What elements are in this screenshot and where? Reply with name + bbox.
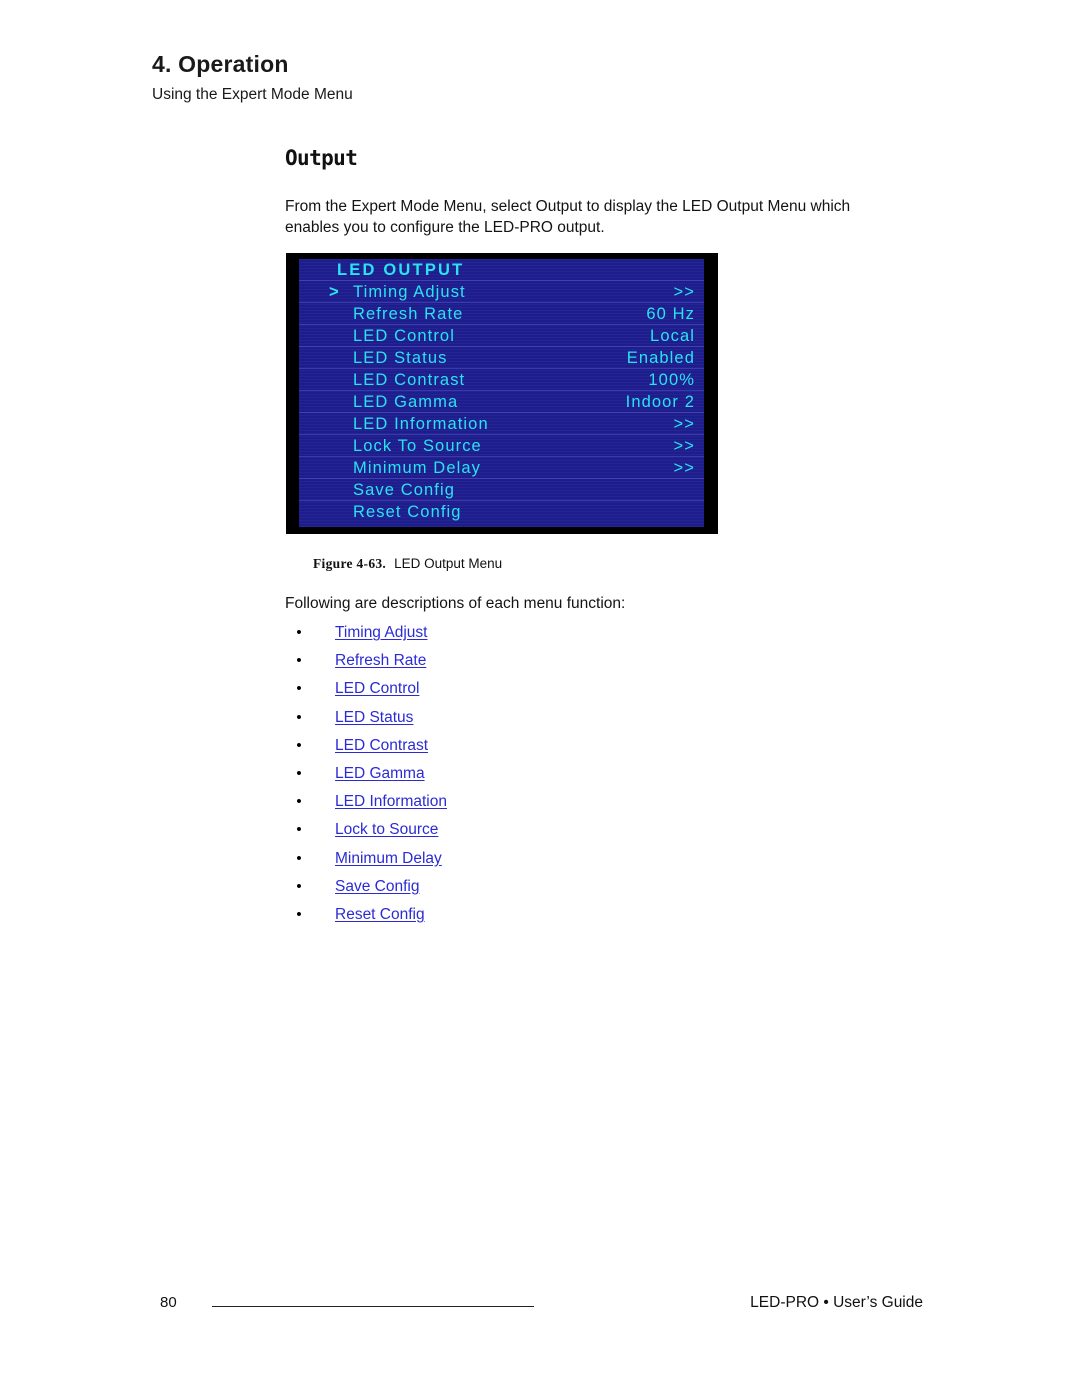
- bullet-icon: •: [296, 736, 302, 754]
- list-item: • LED Contrast: [285, 737, 785, 765]
- list-item: • Reset Config: [285, 906, 785, 934]
- bullet-icon: •: [296, 877, 302, 895]
- menu-function-link[interactable]: Save Config: [335, 878, 419, 896]
- menu-function-link[interactable]: Timing Adjust: [335, 624, 427, 642]
- led-menu-row-value: Enabled: [626, 349, 695, 367]
- led-screen-bezel: LED OUTPUT > Timing Adjust >> Refresh Rate 60…: [286, 253, 718, 534]
- bullet-icon: •: [296, 905, 302, 923]
- led-menu-row-label: LED Control: [353, 327, 455, 345]
- led-menu-row-label: Refresh Rate: [353, 305, 464, 323]
- section-block: Output From the Expert Mode Menu, select…: [285, 148, 945, 239]
- led-menu-panel: LED OUTPUT > Timing Adjust >> Refresh Rate 60…: [299, 259, 704, 527]
- led-menu-row-label: Minimum Delay: [353, 459, 481, 477]
- led-menu-row-value: Local: [650, 327, 695, 345]
- bullet-icon: •: [296, 821, 302, 839]
- menu-function-link[interactable]: LED Control: [335, 680, 419, 698]
- led-menu-row[interactable]: Refresh Rate 60 Hz: [299, 303, 704, 325]
- page-header: 4. Operation Using the Expert Mode Menu: [152, 51, 952, 105]
- led-menu-row-value: >>: [673, 283, 695, 301]
- led-menu-row-label: Save Config: [353, 481, 455, 499]
- led-menu-row-value: 100%: [648, 371, 695, 389]
- led-menu-row-label: LED Contrast: [353, 371, 466, 389]
- menu-function-link-list: • Timing Adjust • Refresh Rate • LED Control •…: [285, 624, 785, 934]
- menu-function-link[interactable]: LED Information: [335, 793, 447, 811]
- led-menu-row[interactable]: > Timing Adjust >>: [299, 281, 704, 303]
- menu-function-link[interactable]: LED Contrast: [335, 737, 428, 755]
- menu-function-link[interactable]: LED Status: [335, 709, 413, 727]
- figure-caption-text: LED Output Menu: [394, 556, 503, 571]
- menu-cursor-icon: >: [329, 283, 340, 301]
- list-item: • Save Config: [285, 878, 785, 906]
- footer-page-number: 80: [160, 1294, 177, 1311]
- page-footer: 80 LED-PRO • User’s Guide: [0, 1294, 1080, 1324]
- figure-caption: Figure 4-63. LED Output Menu: [313, 556, 502, 572]
- led-menu-row-value: >>: [673, 415, 695, 433]
- led-menu-row-value: Indoor 2: [625, 393, 695, 411]
- list-item: • Refresh Rate: [285, 652, 785, 680]
- menu-function-link[interactable]: Minimum Delay: [335, 850, 442, 868]
- menu-function-link[interactable]: Reset Config: [335, 906, 425, 924]
- bullet-icon: •: [296, 708, 302, 726]
- led-menu-row[interactable]: LED Information >>: [299, 413, 704, 435]
- menu-function-link[interactable]: Refresh Rate: [335, 652, 426, 670]
- led-menu-row-value: >>: [673, 437, 695, 455]
- bullet-icon: •: [296, 849, 302, 867]
- chapter-title: 4. Operation: [152, 51, 289, 77]
- bullet-icon: •: [296, 624, 302, 641]
- list-item: • Timing Adjust: [285, 624, 785, 652]
- led-menu-row-label: Timing Adjust: [353, 283, 466, 301]
- led-menu-row-label: LED Gamma: [353, 393, 459, 411]
- list-item: • Minimum Delay: [285, 850, 785, 878]
- led-menu-row[interactable]: Lock To Source >>: [299, 435, 704, 457]
- footer-divider: [212, 1306, 534, 1307]
- led-menu-row[interactable]: LED Contrast 100%: [299, 369, 704, 391]
- bullet-icon: •: [296, 793, 302, 811]
- list-item: • LED Status: [285, 709, 785, 737]
- led-menu-row-value: 60 Hz: [646, 305, 695, 323]
- led-menu-row-label: LED Status: [353, 349, 448, 367]
- figure-number: Figure 4-63.: [313, 556, 387, 571]
- list-item: • LED Gamma: [285, 765, 785, 793]
- led-menu-row[interactable]: LED Control Local: [299, 325, 704, 347]
- section-title: Output: [285, 146, 358, 170]
- led-menu-title: LED OUTPUT: [337, 261, 465, 279]
- footer-guide-label: LED-PRO • User’s Guide: [750, 1294, 923, 1311]
- menu-function-link[interactable]: LED Gamma: [335, 765, 425, 783]
- led-menu-row-label: LED Information: [353, 415, 489, 433]
- list-item: • LED Control: [285, 680, 785, 708]
- led-menu-row-label: Reset Config: [353, 503, 462, 521]
- led-menu-row[interactable]: Save Config: [299, 479, 704, 501]
- led-menu-row-value: >>: [673, 459, 695, 477]
- led-output-menu-figure: LED OUTPUT > Timing Adjust >> Refresh Rate 60…: [286, 253, 718, 534]
- led-menu-row[interactable]: Minimum Delay >>: [299, 457, 704, 479]
- led-menu-title-row: LED OUTPUT: [299, 259, 704, 281]
- menu-function-link[interactable]: Lock to Source: [335, 821, 438, 839]
- chapter-subtitle: Using the Expert Mode Menu: [152, 86, 353, 104]
- led-menu-row[interactable]: LED Gamma Indoor 2: [299, 391, 704, 413]
- list-item: • LED Information: [285, 793, 785, 821]
- bullet-icon: •: [296, 652, 302, 670]
- descriptions-intro: Following are descriptions of each menu …: [285, 595, 626, 612]
- bullet-icon: •: [296, 680, 302, 698]
- bullet-icon: •: [296, 764, 302, 782]
- led-menu-row[interactable]: LED Status Enabled: [299, 347, 704, 369]
- section-body-text: From the Expert Mode Menu, select Output…: [285, 198, 851, 236]
- list-item: • Lock to Source: [285, 821, 785, 849]
- led-menu-row-label: Lock To Source: [353, 437, 482, 455]
- led-menu-row[interactable]: Reset Config: [299, 501, 704, 523]
